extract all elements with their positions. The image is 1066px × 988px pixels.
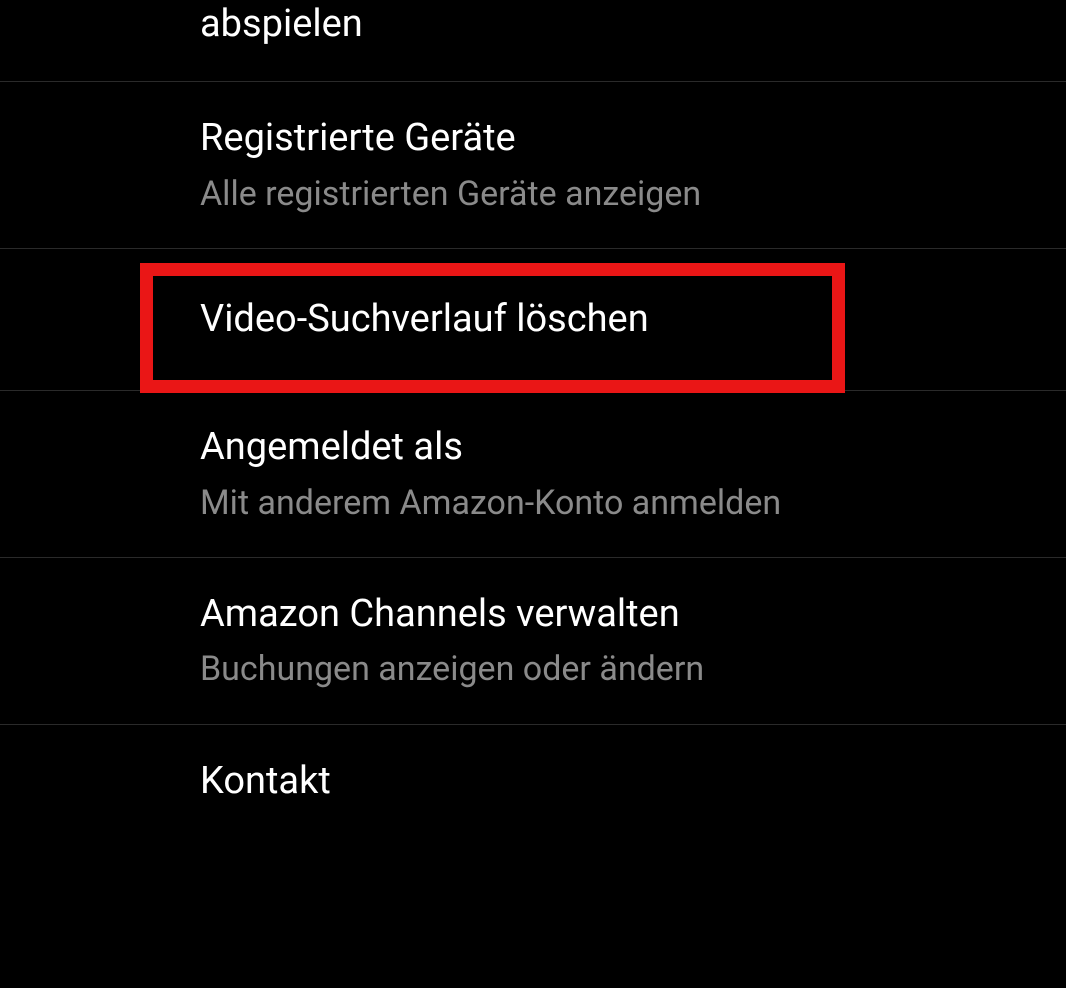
settings-item-title: Video-Suchverlauf löschen bbox=[200, 295, 1066, 344]
settings-item-registered-devices[interactable]: Registrierte Geräte Alle registrierten G… bbox=[0, 82, 1066, 249]
settings-item-signed-in-as[interactable]: Angemeldet als Mit anderem Amazon-Konto … bbox=[0, 391, 1066, 558]
settings-item-contact-partial[interactable]: Kontakt bbox=[0, 725, 1066, 838]
settings-item-title: Amazon Channels verwalten bbox=[200, 590, 1066, 639]
settings-list: abspielen Registrierte Geräte Alle regis… bbox=[0, 0, 1066, 838]
settings-item-manage-channels[interactable]: Amazon Channels verwalten Buchungen anze… bbox=[0, 558, 1066, 725]
settings-item-subtitle: Alle registrierten Geräte anzeigen bbox=[200, 172, 1066, 216]
settings-item-autoplay-partial[interactable]: abspielen bbox=[0, 0, 1066, 82]
settings-item-subtitle: Buchungen anzeigen oder ändern bbox=[200, 647, 1066, 691]
settings-item-title: Registrierte Geräte bbox=[200, 114, 1066, 163]
settings-item-subtitle: Mit anderem Amazon-Konto anmelden bbox=[200, 481, 1066, 525]
settings-item-title: Kontakt bbox=[200, 757, 1066, 806]
settings-item-clear-search-history[interactable]: Video-Suchverlauf löschen bbox=[0, 249, 1066, 391]
settings-item-title: Angemeldet als bbox=[200, 423, 1066, 472]
settings-item-title: abspielen bbox=[200, 0, 1066, 49]
